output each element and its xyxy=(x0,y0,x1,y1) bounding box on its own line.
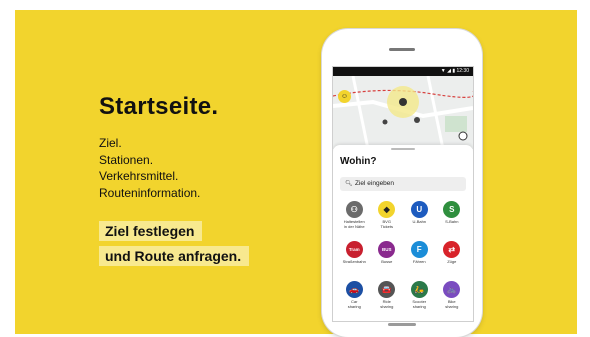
mode-tile-label: Haltestellen in der Nähe xyxy=(343,219,365,229)
nearby-stops-icon: ⚇ xyxy=(345,201,363,218)
mode-tile[interactable]: ◆ BVG Tickets xyxy=(371,200,404,240)
profile-button[interactable]: ☺ xyxy=(338,90,351,103)
tram-icon: Tram xyxy=(345,241,363,258)
mode-tile-label: Busse xyxy=(381,259,393,264)
mode-tile[interactable]: Tram Straßenbahn xyxy=(338,240,371,280)
car-sharing-icon: 🚗 xyxy=(345,281,363,298)
destination-sheet: Wohin? 🔍︎ Ziel eingeben ⚇ Haltestellen in… xyxy=(333,145,473,321)
map-graphic xyxy=(333,76,473,149)
status-bar: ▼ ◢ ▮ 12:30 xyxy=(333,67,473,76)
promo-background: Startseite. Ziel. Stationen. Verkehrsmit… xyxy=(15,10,577,337)
mode-tile-label: U-Bahn xyxy=(412,219,427,224)
sbahn-icon: S xyxy=(443,201,461,218)
feature-item: Routeninformation. xyxy=(99,185,201,200)
search-placeholder: Ziel eingeben xyxy=(355,180,395,187)
mode-tile[interactable]: F Fähren xyxy=(403,240,436,280)
mode-tile[interactable]: BUS Busse xyxy=(371,240,404,280)
feature-item: Stationen. xyxy=(99,152,154,167)
mode-tile[interactable]: 🚲 Bike sharing xyxy=(436,280,469,320)
phone-screen: ▼ ◢ ▮ 12:30 ☺ Wohin? 🔍︎ Ziel eingeben ⚇ … xyxy=(332,66,474,322)
mode-tile[interactable]: 🚘 Ride sharing xyxy=(371,280,404,320)
mode-tile-label: Ride sharing xyxy=(380,299,394,309)
phone-mockup: ▼ ◢ ▮ 12:30 ☺ Wohin? 🔍︎ Ziel eingeben ⚇ … xyxy=(322,29,482,337)
map-view[interactable]: ☺ xyxy=(333,76,473,149)
page-title: Startseite. xyxy=(99,93,219,120)
search-icon: 🔍︎ xyxy=(345,181,353,187)
feature-item: Verkehrsmittel. xyxy=(99,169,179,183)
cta-line-1: Ziel festlegen xyxy=(99,221,203,241)
mode-tile-label: Straßenbahn xyxy=(342,259,366,264)
ferry-icon: F xyxy=(410,241,428,258)
mode-tile-label: BVG Tickets xyxy=(380,219,394,229)
sheet-title: Wohin? xyxy=(340,156,377,167)
mode-tile-label: Car sharing xyxy=(347,299,361,309)
person-icon: ☺ xyxy=(340,93,349,100)
feature-list: Ziel. Stationen. Verkehrsmittel. Routeni… xyxy=(99,135,200,201)
mode-tile-label: Scooter sharing xyxy=(412,299,427,309)
mode-tile[interactable]: ⇄ Züge xyxy=(436,240,469,280)
status-time: ▼ ◢ ▮ 12:30 xyxy=(440,68,469,74)
ubahn-icon: U xyxy=(410,201,428,218)
sheet-handle[interactable] xyxy=(391,148,415,150)
scooter-sharing-icon: 🛵 xyxy=(410,281,428,298)
mode-grid: ⚇ Haltestellen in der Nähe ◆ BVG Tickets U U-… xyxy=(338,200,468,320)
mode-tile[interactable]: S S-Bahn xyxy=(436,200,469,240)
tickets-icon: ◆ xyxy=(378,201,396,218)
mode-tile-label: Fähren xyxy=(412,259,426,264)
mode-tile[interactable]: 🚗 Car sharing xyxy=(338,280,371,320)
feature-item: Ziel. xyxy=(99,136,122,150)
mode-tile[interactable]: ⚇ Haltestellen in der Nähe xyxy=(338,200,371,240)
bike-sharing-icon: 🚲 xyxy=(443,281,461,298)
mode-tile-label: Züge xyxy=(447,259,457,264)
home-indicator xyxy=(388,323,416,326)
mode-tile[interactable]: U U-Bahn xyxy=(403,200,436,240)
train-icon: ⇄ xyxy=(443,241,461,258)
mode-tile[interactable]: 🛵 Scooter sharing xyxy=(403,280,436,320)
search-input[interactable]: 🔍︎ Ziel eingeben xyxy=(340,177,466,191)
mode-tile-label: S-Bahn xyxy=(445,219,459,224)
phone-speaker xyxy=(389,48,415,51)
cta-line-2: und Route anfragen. xyxy=(99,246,250,266)
bus-icon: BUS xyxy=(378,241,396,258)
mode-tile-label: Bike sharing xyxy=(445,299,459,309)
ride-sharing-icon: 🚘 xyxy=(378,281,396,298)
